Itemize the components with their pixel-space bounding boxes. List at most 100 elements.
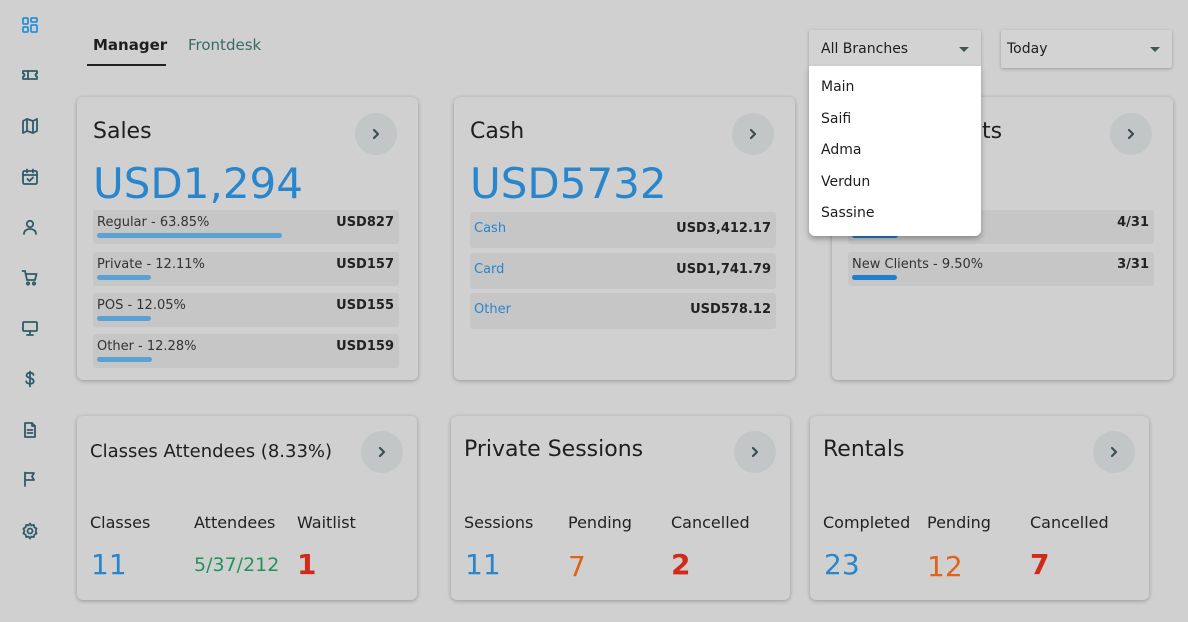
cash-row: Other USD578.12 — [470, 293, 776, 329]
private-sessions-title: Private Sessions — [464, 437, 644, 462]
pending-stat-label: Pending — [568, 513, 632, 532]
branch-option[interactable]: Sassine — [821, 205, 874, 221]
sales-open-button[interactable] — [355, 113, 397, 155]
chevron-down-icon — [1150, 47, 1160, 52]
classes-stat-label: Classes — [90, 513, 151, 532]
sales-row-label: POS - 12.05% — [97, 298, 186, 313]
chevron-down-icon — [959, 47, 969, 52]
cash-row-value: USD1,741.79 — [676, 262, 771, 277]
branch-option[interactable]: Main — [821, 79, 854, 95]
sales-row: Other - 12.28% USD159 — [93, 334, 399, 368]
sales-row: POS - 12.05% USD155 — [93, 293, 399, 327]
clients-row: New Clients - 9.50% 3/31 — [848, 252, 1154, 286]
cash-row-value: USD578.12 — [690, 302, 771, 317]
cash-row: Card USD1,741.79 — [470, 253, 776, 289]
branch-select-value: All Branches — [821, 41, 909, 57]
pending-stat-value: 12 — [927, 550, 963, 583]
pending-stat-value: 7 — [568, 550, 586, 583]
cart-icon[interactable] — [19, 267, 41, 289]
date-select[interactable]: Today — [1001, 30, 1172, 68]
sessions-stat-value: 11 — [465, 548, 501, 581]
sales-title: Sales — [93, 119, 152, 144]
pending-stat-label: Pending — [927, 513, 991, 532]
classes-card: Classes Attendees (8.33%) Classes Attend… — [77, 416, 417, 600]
sales-row: Private - 12.11% USD157 — [93, 252, 399, 286]
sales-row-label: Private - 12.11% — [97, 257, 205, 272]
waitlist-stat-label: Waitlist — [297, 513, 356, 532]
branch-dropdown-menu: Main Saifi Adma Verdun Sassine — [809, 66, 981, 236]
chevron-right-icon — [1127, 128, 1135, 140]
cash-card: Cash USD5732 Cash USD3,412.17 Card USD1,… — [454, 97, 795, 380]
calendar-check-icon[interactable] — [19, 166, 41, 188]
cancelled-stat-label: Cancelled — [671, 513, 750, 532]
sales-row-label: Other - 12.28% — [97, 339, 197, 354]
sales-progress-bar — [97, 316, 151, 321]
sidebar — [0, 0, 60, 622]
private-sessions-open-button[interactable] — [734, 431, 776, 473]
sessions-stat-label: Sessions — [464, 513, 534, 532]
sales-progress-bar — [97, 357, 152, 362]
ticket-icon[interactable] — [19, 64, 41, 86]
sales-row-value: USD827 — [336, 215, 394, 230]
cancelled-stat-value: 7 — [1030, 548, 1050, 581]
cancelled-stat-value: 2 — [671, 548, 691, 581]
user-icon[interactable] — [19, 216, 41, 238]
chevron-right-icon — [378, 446, 386, 458]
date-select-value: Today — [1007, 41, 1048, 57]
branch-select[interactable]: All Branches — [809, 30, 981, 68]
rentals-open-button[interactable] — [1093, 431, 1135, 473]
tab-manager[interactable]: Manager — [93, 36, 167, 54]
flag-icon[interactable] — [19, 468, 41, 490]
cash-title: Cash — [470, 119, 525, 144]
sales-progress-bar — [97, 275, 151, 280]
sales-row-value: USD157 — [336, 257, 394, 272]
branch-option[interactable]: Saifi — [821, 111, 851, 127]
sales-row-value: USD159 — [336, 339, 394, 354]
clients-row-value: 3/31 — [1117, 257, 1149, 272]
completed-stat-label: Completed — [823, 513, 911, 532]
attendees-stat-value: 5/37/212 — [194, 554, 280, 576]
classes-title: Classes Attendees (8.33%) — [90, 441, 333, 462]
attendees-stat-label: Attendees — [194, 513, 276, 532]
cash-row-label: Cash — [474, 221, 507, 236]
clients-progress-bar — [852, 275, 897, 280]
sales-amount: USD1,294 — [93, 159, 303, 208]
branch-option[interactable]: Adma — [821, 142, 861, 158]
clients-row-value: 4/31 — [1117, 215, 1149, 230]
branch-option[interactable]: Verdun — [821, 174, 870, 190]
chevron-right-icon — [1110, 446, 1118, 458]
sales-row-label: Regular - 63.85% — [97, 215, 210, 230]
clients-open-button[interactable] — [1110, 113, 1152, 155]
dashboard-icon[interactable] — [19, 14, 41, 36]
tab-frontdesk[interactable]: Frontdesk — [188, 36, 261, 54]
dollar-icon[interactable] — [19, 368, 41, 390]
cash-open-button[interactable] — [732, 113, 774, 155]
rentals-card: Rentals Completed Pending Cancelled 23 1… — [810, 416, 1149, 600]
cash-row-value: USD3,412.17 — [676, 221, 771, 236]
classes-stat-value: 11 — [91, 548, 127, 581]
document-icon[interactable] — [19, 419, 41, 441]
sales-progress-bar — [97, 233, 282, 238]
completed-stat-value: 23 — [824, 548, 860, 581]
map-icon[interactable] — [19, 115, 41, 137]
clients-row-label: New Clients - 9.50% — [852, 257, 984, 272]
chevron-right-icon — [372, 128, 380, 140]
active-tab-indicator — [87, 64, 166, 66]
rentals-title: Rentals — [823, 437, 905, 462]
sales-card: Sales USD1,294 Regular - 63.85% USD827 P… — [77, 97, 418, 380]
classes-open-button[interactable] — [361, 431, 403, 473]
clients-title: ts — [982, 119, 1003, 144]
waitlist-stat-value: 1 — [297, 548, 317, 581]
cash-row: Cash USD3,412.17 — [470, 212, 776, 248]
monitor-icon[interactable] — [19, 317, 41, 339]
chevron-right-icon — [751, 446, 759, 458]
sales-row-value: USD155 — [336, 298, 394, 313]
private-sessions-card: Private Sessions Sessions Pending Cancel… — [451, 416, 790, 600]
cash-amount: USD5732 — [470, 159, 667, 208]
cancelled-stat-label: Cancelled — [1030, 513, 1109, 532]
cash-row-label: Card — [474, 262, 505, 277]
cash-row-label: Other — [474, 302, 511, 317]
settings-icon[interactable] — [19, 520, 41, 542]
sales-row: Regular - 63.85% USD827 — [93, 210, 399, 244]
chevron-right-icon — [749, 128, 757, 140]
